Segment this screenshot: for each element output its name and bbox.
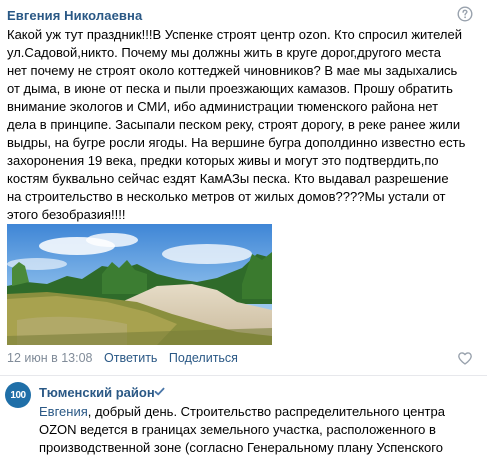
comment-date[interactable]: 12 июн в 13:08 xyxy=(7,351,93,365)
comment-text: Какой уж тут праздник!!!В Успенке строят… xyxy=(7,26,473,224)
comment-text-line: нет почему не строят около коттеджей чин… xyxy=(7,63,458,78)
comment-meta: 12 июн в 13:08 Ответить Поделиться xyxy=(7,351,238,365)
verified-check-icon xyxy=(154,387,165,396)
reply-author[interactable]: Тюменский район xyxy=(39,385,155,400)
comment-text-line: Какой уж тут праздник!!!В Успенке строят… xyxy=(7,27,462,42)
comment-text-line: дела в принципе. Засыпали песком реку, с… xyxy=(7,117,461,132)
comment-text-line: внимание экологов и СМИ, ибо администрац… xyxy=(7,99,439,114)
share-button[interactable]: Поделиться xyxy=(169,351,238,365)
reply-text-line: OZON ведется в границах земельного участ… xyxy=(39,422,436,437)
reply-text-line: производственной зоне (согласно Генераль… xyxy=(39,440,443,455)
avatar[interactable]: 100 xyxy=(5,382,31,408)
comment-author[interactable]: Евгения Николаевна xyxy=(7,8,142,23)
reply-text-fragment: , добрый день. Строительство распределит… xyxy=(87,404,445,419)
heart-icon[interactable] xyxy=(458,352,472,365)
reply-text: Евгения, добрый день. Строительство расп… xyxy=(39,403,479,457)
comment-text-line: от дыма, в июне от песка и пыли проезжаю… xyxy=(7,81,453,96)
attached-photo[interactable] xyxy=(7,224,272,345)
comment-text-line: ул.Садовой,никто. Почему мы должны жить … xyxy=(7,45,442,60)
reply-button[interactable]: Ответить xyxy=(104,351,157,365)
comment-text-line: выдры, на бугре росли ягоды. На вершине … xyxy=(7,135,466,150)
reply-text-line: Евгения, добрый день. Строительство расп… xyxy=(39,403,479,421)
avatar-label: 100 xyxy=(10,389,26,401)
comment-text-line: костям буквально сейчас ездят КамАЗы пес… xyxy=(7,171,449,186)
reply-comment: 100 Тюменский район Евгения, добрый день… xyxy=(0,376,487,458)
mention-link[interactable]: Евгения xyxy=(39,404,88,419)
comment-text-line: захоронения 19 века, предки которых живы… xyxy=(7,153,439,168)
help-circle-icon[interactable] xyxy=(457,6,473,22)
comment-text-line: на строительство в несколько метров от ж… xyxy=(7,189,446,204)
comment-text-line: этого безобразия!!!! xyxy=(7,207,126,222)
